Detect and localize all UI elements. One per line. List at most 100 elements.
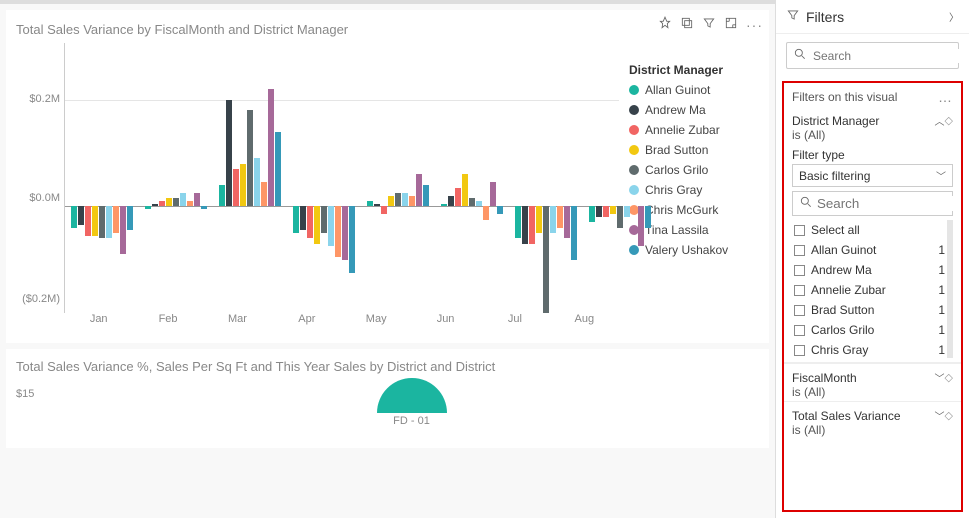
- bar[interactable]: [233, 43, 239, 313]
- bar[interactable]: [92, 43, 98, 313]
- bar[interactable]: [395, 43, 401, 313]
- filter-option[interactable]: Andrew Ma1: [792, 260, 947, 280]
- visual-chart-card[interactable]: ··· Total Sales Variance by FiscalMonth …: [6, 10, 769, 343]
- bar[interactable]: [536, 43, 542, 313]
- bar[interactable]: [596, 43, 602, 313]
- bar[interactable]: [328, 43, 334, 313]
- bar[interactable]: [307, 43, 313, 313]
- checkbox[interactable]: [794, 285, 805, 296]
- bar[interactable]: [166, 43, 172, 313]
- bar[interactable]: [462, 43, 468, 313]
- bar[interactable]: [529, 43, 535, 313]
- bar[interactable]: [71, 43, 77, 313]
- bar[interactable]: [557, 43, 563, 313]
- bar[interactable]: [469, 43, 475, 313]
- copy-icon[interactable]: [680, 16, 694, 33]
- bar[interactable]: [321, 43, 327, 313]
- bar[interactable]: [367, 43, 373, 313]
- bar[interactable]: [455, 43, 461, 313]
- bar[interactable]: [261, 43, 267, 313]
- bar[interactable]: [416, 43, 422, 313]
- bar[interactable]: [300, 43, 306, 313]
- bar[interactable]: [219, 43, 225, 313]
- search-input[interactable]: [813, 49, 968, 63]
- bar[interactable]: [603, 43, 609, 313]
- bar[interactable]: [342, 43, 348, 313]
- bar[interactable]: [152, 43, 158, 313]
- bar[interactable]: [441, 43, 447, 313]
- filter-option[interactable]: Chris Gray1: [792, 340, 947, 358]
- bar[interactable]: [201, 43, 207, 313]
- bar[interactable]: [145, 43, 151, 313]
- bar[interactable]: [99, 43, 105, 313]
- filter-icon[interactable]: [702, 16, 716, 33]
- bar[interactable]: [349, 43, 355, 313]
- chevron-down-icon[interactable]: ﹀: [935, 370, 945, 385]
- bar[interactable]: [226, 43, 232, 313]
- chart-plot-area[interactable]: $0.2M $0.0M ($0.2M) JanFebMarAprMayJunJu…: [16, 43, 619, 333]
- bar[interactable]: [254, 43, 260, 313]
- bar[interactable]: [275, 43, 281, 313]
- bar[interactable]: [187, 43, 193, 313]
- collapse-pane-icon[interactable]: 〉: [949, 9, 959, 24]
- clear-filter-icon[interactable]: ◇: [945, 114, 953, 127]
- filter-option[interactable]: Brad Sutton1: [792, 300, 947, 320]
- bar[interactable]: [543, 43, 549, 313]
- bar[interactable]: [522, 43, 528, 313]
- bar[interactable]: [624, 43, 630, 313]
- bar[interactable]: [240, 43, 246, 313]
- bar[interactable]: [564, 43, 570, 313]
- bar[interactable]: [78, 43, 84, 313]
- clear-filter-icon[interactable]: ◇: [945, 371, 953, 384]
- bar[interactable]: [571, 43, 577, 313]
- checkbox[interactable]: [794, 345, 805, 356]
- bar[interactable]: [314, 43, 320, 313]
- filter-values-search-input[interactable]: [817, 196, 963, 211]
- filters-search[interactable]: [786, 42, 959, 69]
- bar[interactable]: [610, 43, 616, 313]
- filter-option[interactable]: Carlos Grilo1: [792, 320, 947, 340]
- bar[interactable]: [490, 43, 496, 313]
- bar[interactable]: [497, 43, 503, 313]
- bar[interactable]: [159, 43, 165, 313]
- bar[interactable]: [402, 43, 408, 313]
- section-more-icon[interactable]: …: [938, 89, 953, 105]
- bar[interactable]: [409, 43, 415, 313]
- filter-option[interactable]: Allan Guinot1: [792, 240, 947, 260]
- bar[interactable]: [448, 43, 454, 313]
- bar[interactable]: [550, 43, 556, 313]
- bar[interactable]: [180, 43, 186, 313]
- bar[interactable]: [293, 43, 299, 313]
- bar[interactable]: [247, 43, 253, 313]
- focus-icon[interactable]: [724, 16, 738, 33]
- bar[interactable]: [120, 43, 126, 313]
- checkbox[interactable]: [794, 225, 805, 236]
- bar[interactable]: [194, 43, 200, 313]
- checkbox[interactable]: [794, 245, 805, 256]
- chevron-down-icon[interactable]: ﹀: [935, 408, 945, 423]
- clear-filter-icon[interactable]: ◇: [945, 409, 953, 422]
- bar[interactable]: [617, 43, 623, 313]
- bar[interactable]: [268, 43, 274, 313]
- bar[interactable]: [631, 43, 637, 313]
- filter-field-fiscalmonth[interactable]: FiscalMonth ﹀ ◇ is (All): [784, 363, 961, 401]
- bar[interactable]: [476, 43, 482, 313]
- checkbox[interactable]: [794, 265, 805, 276]
- filter-option[interactable]: Annelie Zubar1: [792, 280, 947, 300]
- bar[interactable]: [85, 43, 91, 313]
- bar[interactable]: [106, 43, 112, 313]
- checkbox[interactable]: [794, 305, 805, 316]
- bar[interactable]: [589, 43, 595, 313]
- filter-field-total-sales-variance[interactable]: Total Sales Variance ﹀ ◇ is (All): [784, 401, 961, 439]
- more-options-icon[interactable]: ···: [746, 17, 763, 33]
- bar[interactable]: [374, 43, 380, 313]
- pin-icon[interactable]: [658, 16, 672, 33]
- bar[interactable]: [483, 43, 489, 313]
- filter-option[interactable]: Select all: [792, 220, 947, 240]
- bar[interactable]: [381, 43, 387, 313]
- filter-type-dropdown[interactable]: Basic filtering ﹀: [792, 164, 953, 187]
- bubble-shape[interactable]: [377, 378, 447, 413]
- visual-bubble-card[interactable]: Total Sales Variance %, Sales Per Sq Ft …: [6, 349, 769, 448]
- checkbox[interactable]: [794, 325, 805, 336]
- bar[interactable]: [645, 43, 651, 313]
